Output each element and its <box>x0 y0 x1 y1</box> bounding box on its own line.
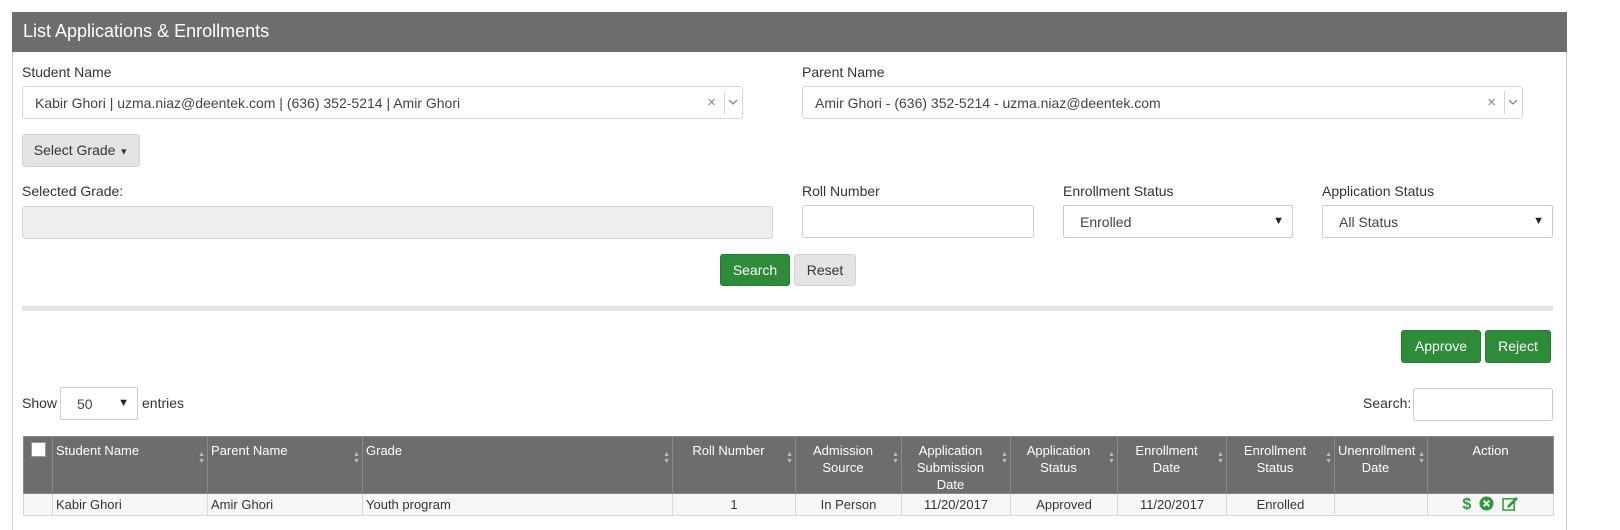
sort-icon: ▲ ▼ <box>1217 451 1224 465</box>
student-name-select[interactable]: Kabir Ghori | uzma.niaz@deentek.com | (6… <box>22 86 743 119</box>
table-row[interactable]: Kabir Ghori Amir Ghori Youth program 1 I… <box>23 493 1554 516</box>
col-admission-source-label: Admission Source <box>813 443 873 475</box>
caret-down-icon: ▼ <box>119 146 129 157</box>
sort-icon: ▲ ▼ <box>892 451 899 465</box>
col-application-status[interactable]: Application Status ▲ ▼ <box>1010 436 1118 494</box>
approve-button[interactable]: Approve <box>1401 330 1481 363</box>
select-all-checkbox[interactable] <box>30 442 46 457</box>
col-admission-source[interactable]: Admission Source ▲ ▼ <box>795 436 902 494</box>
dropdown-arrow-icon: ▼ <box>118 397 129 409</box>
parent-name-label: Parent Name <box>802 64 885 80</box>
col-grade-label: Grade <box>366 443 403 458</box>
table-search-input[interactable] <box>1413 388 1553 421</box>
application-status-label: Application Status <box>1322 183 1435 199</box>
student-name-separator <box>724 91 725 114</box>
enrollment-status-select[interactable]: Enrolled ▼ <box>1063 205 1293 238</box>
cell-parent-name: Amir Ghori <box>207 493 363 516</box>
selected-grade-field <box>22 206 773 239</box>
cell-grade: Youth program <box>362 493 673 516</box>
col-submission-date-label: Application Submission Date <box>916 443 985 492</box>
col-grade[interactable]: Grade ▲ ▼ <box>362 436 673 494</box>
roll-number-input[interactable] <box>802 205 1034 238</box>
dropdown-arrow-icon: ▼ <box>1273 215 1284 227</box>
show-label: Show <box>22 395 58 411</box>
section-divider <box>22 306 1553 311</box>
col-student-name-label: Student Name <box>56 443 140 458</box>
cell-student-name: Kabir Ghori <box>52 493 208 516</box>
select-grade-label: Select Grade <box>33 142 116 158</box>
application-status-value: All Status <box>1339 214 1399 230</box>
entries-label: entries <box>142 395 185 411</box>
edit-icon[interactable] <box>1501 496 1519 514</box>
sort-icon: ▲ ▼ <box>1001 451 1008 465</box>
col-action: Action <box>1427 436 1554 494</box>
sort-icon: ▲ ▼ <box>1108 451 1115 465</box>
enrollment-status-label: Enrollment Status <box>1063 183 1174 199</box>
sort-icon: ▲ ▼ <box>1325 451 1332 465</box>
table-search-label: Search: <box>1363 395 1412 411</box>
student-name-value: Kabir Ghori | uzma.niaz@deentek.com | (6… <box>35 95 461 111</box>
col-roll-number-label: Roll Number <box>692 443 765 458</box>
cell-enrollment-status: Enrolled <box>1226 493 1335 516</box>
col-enrollment-status[interactable]: Enrollment Status ▲ ▼ <box>1226 436 1335 494</box>
cancel-icon[interactable] <box>1479 495 1494 514</box>
roll-number-label: Roll Number <box>802 183 880 199</box>
select-all-header <box>23 436 53 494</box>
entries-value: 50 <box>77 396 93 412</box>
row-checkbox-cell[interactable] <box>23 493 53 516</box>
selected-grade-label: Selected Grade: <box>22 183 124 199</box>
cell-actions: $ <box>1427 493 1554 516</box>
panel-title: List Applications & Enrollments <box>12 12 1567 52</box>
parent-name-value: Amir Ghori - (636) 352-5214 - uzma.niaz@… <box>815 95 1161 111</box>
parent-name-clear-icon[interactable]: × <box>1487 94 1496 111</box>
col-unenrollment-date-label: Unenrollment Date <box>1338 443 1416 475</box>
parent-name-select[interactable]: Amir Ghori - (636) 352-5214 - uzma.niaz@… <box>802 86 1523 119</box>
col-enrollment-date[interactable]: Enrollment Date ▲ ▼ <box>1117 436 1227 494</box>
cell-admission-source: In Person <box>795 493 902 516</box>
applications-table: Student Name ▲ ▼ Parent Name ▲ ▼ Grade ▲ ▼ Rol… <box>23 436 1554 516</box>
chevron-down-icon[interactable] <box>727 96 739 108</box>
sort-icon: ▲ ▼ <box>353 451 360 465</box>
reject-button[interactable]: Reject <box>1485 330 1551 363</box>
dollar-icon[interactable]: $ <box>1462 496 1471 514</box>
student-name-clear-icon[interactable]: × <box>707 94 716 111</box>
student-name-label: Student Name <box>22 64 112 80</box>
search-button[interactable]: Search <box>720 254 790 286</box>
col-student-name[interactable]: Student Name ▲ ▼ <box>52 436 208 494</box>
cell-unenrollment-date <box>1334 493 1428 516</box>
cell-roll-number: 1 <box>672 493 796 516</box>
col-action-label: Action <box>1472 443 1509 458</box>
chevron-down-icon[interactable] <box>1507 96 1519 108</box>
col-application-status-label: Application Status <box>1026 443 1091 475</box>
col-parent-name-label: Parent Name <box>211 443 288 458</box>
cell-enrollment-date: 11/20/2017 <box>1117 493 1227 516</box>
col-roll-number[interactable]: Roll Number ▲ ▼ <box>672 436 796 494</box>
col-parent-name[interactable]: Parent Name ▲ ▼ <box>207 436 363 494</box>
select-grade-button[interactable]: Select Grade ▼ <box>22 134 140 167</box>
sort-icon: ▲ ▼ <box>198 451 205 465</box>
entries-select[interactable]: 50 ▼ <box>60 387 138 420</box>
sort-icon: ▲ ▼ <box>663 451 670 465</box>
parent-name-separator <box>1504 91 1505 114</box>
enrollment-status-value: Enrolled <box>1080 214 1132 230</box>
application-status-select[interactable]: All Status ▼ <box>1322 205 1553 238</box>
col-enrollment-status-label: Enrollment Status <box>1243 443 1307 475</box>
col-unenrollment-date[interactable]: Unenrollment Date ▲ ▼ <box>1334 436 1428 494</box>
sort-icon: ▲ ▼ <box>1418 451 1425 465</box>
table-header-row: Student Name ▲ ▼ Parent Name ▲ ▼ Grade ▲ ▼ Rol… <box>23 436 1554 494</box>
sort-icon: ▲ ▼ <box>786 451 793 465</box>
col-enrollment-date-label: Enrollment Date <box>1135 443 1198 475</box>
reset-button[interactable]: Reset <box>794 254 856 286</box>
col-submission-date[interactable]: Application Submission Date ▲ ▼ <box>901 436 1011 494</box>
dropdown-arrow-icon: ▼ <box>1533 215 1544 227</box>
cell-application-status: Approved <box>1010 493 1118 516</box>
cell-submission-date: 11/20/2017 <box>901 493 1011 516</box>
